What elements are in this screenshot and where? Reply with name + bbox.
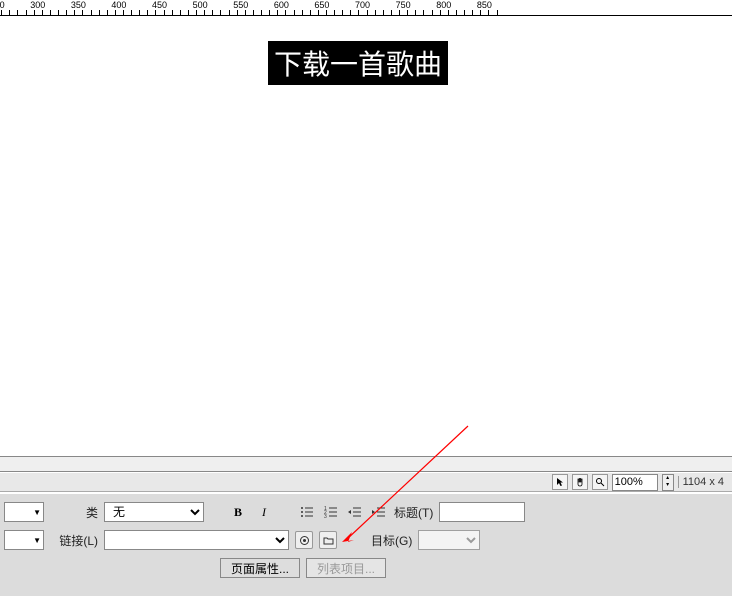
link-label: 链接(L) [50,532,98,549]
document-canvas[interactable]: 下载一首歌曲 [0,16,732,456]
style-dropdown[interactable]: ▼ [4,530,44,550]
zoom-down-icon[interactable]: ▾ [663,482,673,490]
list-items-button: 列表项目... [306,558,386,578]
ordered-list-icon[interactable]: 123 [322,503,340,521]
page-properties-button[interactable]: 页面属性... [220,558,300,578]
bold-button[interactable]: B [228,502,248,522]
document-heading-text[interactable]: 下载一首歌曲 [268,41,448,85]
hand-tool-icon[interactable] [572,474,588,490]
canvas-dimensions-label: 1104 x 4 [678,476,728,488]
unordered-list-icon[interactable] [298,503,316,521]
target-select[interactable] [418,530,480,550]
italic-button[interactable]: I [254,502,274,522]
class-select[interactable]: 无 [104,502,204,522]
zoom-tool-icon[interactable] [592,474,608,490]
horizontal-ruler: 2002503003504004505005506006507007508008… [0,0,732,16]
format-dropdown[interactable]: ▼ [4,502,44,522]
zoom-spinner[interactable]: ▴ ▾ [662,474,674,491]
chevron-down-icon: ▼ [33,508,41,517]
link-select[interactable] [104,530,289,550]
point-to-file-icon[interactable] [295,531,313,549]
horizontal-scrollbar[interactable] [0,456,732,472]
zoom-level-input[interactable] [612,474,658,491]
class-label: 类 [50,504,98,521]
indent-icon[interactable] [370,503,388,521]
title-input[interactable] [439,502,525,522]
pointer-tool-icon[interactable] [552,474,568,490]
outdent-icon[interactable] [346,503,364,521]
browse-folder-icon[interactable] [319,531,337,549]
svg-text:3: 3 [324,514,327,518]
title-label: 标题(T) [394,504,433,521]
status-bar: ▴ ▾ 1104 x 4 [0,472,732,492]
chevron-down-icon: ▼ [33,536,41,545]
zoom-up-icon[interactable]: ▴ [663,475,673,483]
target-label: 目标(G) [371,532,412,549]
properties-panel: ▼ 类 无 B I 123 标题(T) ▼ 链接(L) [0,492,732,596]
